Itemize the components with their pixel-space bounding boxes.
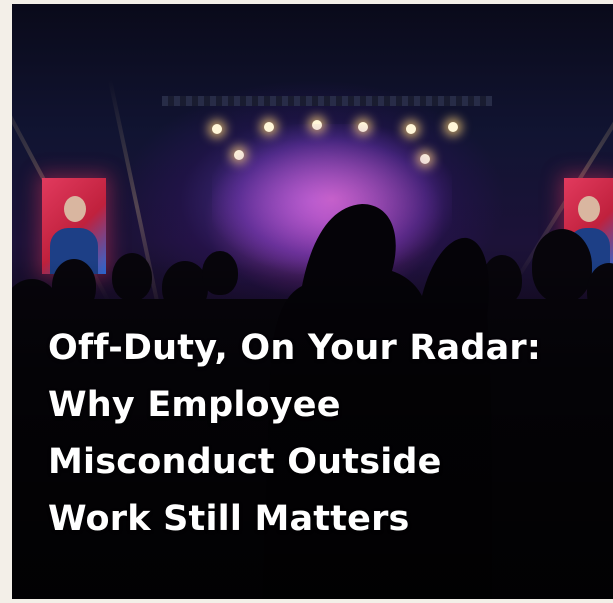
headline-line-4: Work Still Matters: [48, 499, 410, 539]
performer-face: [578, 196, 600, 222]
headline-line-1: Off-Duty, On Your Radar:: [48, 328, 542, 368]
headline-line-2: Why Employee: [48, 385, 341, 425]
headline-line-3: Misconduct Outside: [48, 442, 442, 482]
headline: Off-Duty, On Your Radar: Why Employee Mi…: [48, 320, 603, 548]
performer-face: [64, 196, 86, 222]
hero-image: Off-Duty, On Your Radar: Why Employee Mi…: [12, 4, 613, 599]
stage-truss: [162, 96, 492, 106]
